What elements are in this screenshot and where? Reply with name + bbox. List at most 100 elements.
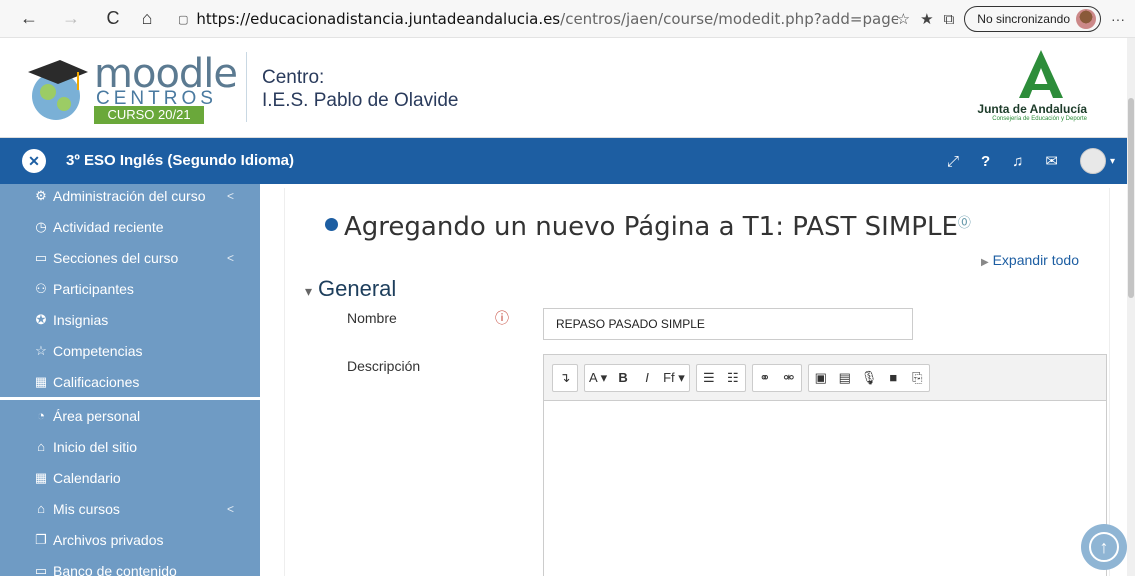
copy-icon[interactable]: ⎘ (905, 365, 929, 391)
nombre-label: Nombre (347, 310, 397, 326)
expand-all-label: Expandir todo (992, 252, 1079, 268)
font-color-icon[interactable]: A ▾ (585, 365, 611, 391)
sidebar-item[interactable]: ◷ Actividad reciente (0, 211, 260, 242)
course-title[interactable]: 3º ESO Inglés (Segundo Idioma) (66, 152, 294, 169)
user-avatar (1079, 148, 1106, 174)
badge-icon: ✪ (35, 311, 47, 327)
video-icon[interactable]: ■ (881, 365, 905, 391)
descripcion-label: Descripción (347, 358, 421, 374)
bold-icon[interactable]: B (611, 365, 635, 391)
toolbar-group: ⚭ ⚮ (751, 363, 802, 392)
insert-icon[interactable]: ↴ (553, 365, 577, 391)
sync-label: No sincronizando (977, 12, 1070, 26)
favorites-icon[interactable]: ★ (920, 10, 933, 28)
home-icon: ⌂ (37, 439, 45, 454)
fullscreen-icon[interactable]: ⤢ (947, 153, 959, 170)
dashboard-icon: ◔ (37, 408, 45, 423)
sidebar-item[interactable]: ▦ Calificaciones (0, 366, 260, 397)
required-icon: ⓘ (495, 310, 509, 326)
editor-content-area[interactable] (544, 401, 1106, 576)
centro-name: I.E.S. Pablo de Olavide (262, 90, 459, 111)
ordered-list-icon[interactable]: ☷ (721, 365, 745, 391)
arrow-up-icon: ↑ (1089, 532, 1119, 562)
browser-toolbar: ← → C ⌂ ▢ https://educacionadistancia.ju… (0, 0, 1135, 38)
sidebar-item-label: Área personal (53, 407, 141, 424)
profile-sync-button[interactable]: No sincronizando (964, 6, 1101, 32)
sidebar-item-label: Calificaciones (53, 373, 140, 390)
graduation-cap-logo-icon (28, 60, 88, 120)
back-button[interactable]: ← (14, 4, 44, 34)
sidebar-item-label: Secciones del curso (53, 249, 179, 266)
user-menu[interactable]: ▾ (1079, 148, 1115, 174)
sidebar-item[interactable]: ☆ Competencias (0, 335, 260, 366)
page-heading-text: Agregando un nuevo Página a T1: PAST SIM… (344, 212, 958, 242)
url-host: https://educacionadistancia.juntadeandal… (196, 10, 561, 28)
help-icon[interactable]: ? (981, 153, 990, 170)
section-general-toggle[interactable]: ▾ General (305, 276, 396, 302)
site-header: moodle CENTROS CURSO 20/21 Centro: I.E.S… (0, 38, 1135, 138)
profile-avatar (1076, 9, 1096, 29)
content-bank-icon: ▭ (34, 562, 48, 576)
messages-envelope-icon[interactable]: ✉ (1045, 152, 1058, 170)
italic-icon[interactable]: I (635, 365, 659, 391)
sidebar-item[interactable]: ◔ Área personal (0, 400, 260, 431)
more-menu-icon[interactable]: ··· (1111, 11, 1125, 27)
sidebar-item[interactable]: ⚇ Participantes (0, 273, 260, 304)
scroll-to-top-button[interactable]: ↑ (1081, 524, 1127, 570)
caret-right-icon: ▶ (981, 257, 989, 268)
sidebar-item-label: Archivos privados (53, 531, 164, 548)
sidebar-item[interactable]: ⌂ Inicio del sitio (0, 431, 260, 462)
page-scrollbar[interactable] (1127, 38, 1135, 576)
editor-toolbar: ↴ A ▾ B I Ff ▾ ☰ ☷ ⚭ ⚮ ▣ ▤ 🎙 ■ ⎘ (544, 355, 1106, 401)
users-icon: ⚇ (35, 280, 47, 296)
link-icon[interactable]: ⚭ (753, 365, 777, 391)
sidebar-item[interactable]: ✪ Insignias (0, 304, 260, 335)
course-navbar: ✕ 3º ESO Inglés (Segundo Idioma) ⤢ ? ♫ ✉… (0, 138, 1135, 184)
sidebar-item-label: Inicio del sitio (53, 438, 138, 455)
unlink-icon[interactable]: ⚮ (777, 365, 801, 391)
caret-down-icon: ▾ (1109, 155, 1115, 167)
address-bar[interactable]: ▢ https://educacionadistancia.juntadeand… (178, 4, 898, 34)
sidebar-item[interactable]: ⌂ Mis cursos < (0, 493, 260, 524)
calendar-icon: ▦ (34, 469, 48, 485)
main-content: Agregando un nuevo Página a T1: PAST SIM… (260, 184, 1135, 576)
media-icon[interactable]: ▤ (833, 365, 857, 391)
scrollbar-thumb[interactable] (1128, 98, 1134, 298)
clock-icon: ◷ (35, 218, 47, 234)
reload-button[interactable]: C (98, 4, 128, 34)
header-divider (246, 52, 247, 122)
sidebar-item[interactable]: ❐ Archivos privados (0, 524, 260, 555)
junta-a-icon (1019, 50, 1063, 98)
collections-icon[interactable]: ⧉ (944, 11, 955, 28)
sidebar-item[interactable]: ▭ Banco de contenido (0, 555, 260, 576)
sidebar-item-label: Insignias (53, 311, 109, 328)
forward-button[interactable]: → (56, 4, 86, 34)
notifications-bell-icon[interactable]: ♫ (1012, 153, 1023, 170)
description-editor[interactable]: ↴ A ▾ B I Ff ▾ ☰ ☷ ⚭ ⚮ ▣ ▤ 🎙 ■ ⎘ (543, 354, 1107, 576)
close-drawer-button[interactable]: ✕ (22, 149, 46, 173)
expand-all-link[interactable]: ▶ Expandir todo (981, 252, 1079, 268)
caret-down-icon: ▾ (305, 283, 313, 299)
chevron-left-icon: < (226, 188, 234, 203)
page-activity-icon (325, 218, 338, 231)
centro-label: Centro: (262, 67, 325, 88)
image-icon[interactable]: ▣ (809, 365, 833, 391)
url-path: /centros/jaen/course/modedit.php?add=pag… (560, 10, 898, 28)
star-icon: ☆ (35, 342, 47, 358)
sidebar-item[interactable]: ⚙ Administración del curso < (0, 184, 260, 211)
junta-andalucia-logo: Junta de Andalucía Consejería de Educaci… (977, 50, 1087, 126)
moodle-centros-logo[interactable]: moodle CENTROS CURSO 20/21 (26, 52, 238, 124)
sidebar-item[interactable]: ▦ Calendario (0, 462, 260, 493)
toolbar-group: ↴ (552, 363, 578, 392)
nombre-input[interactable] (543, 308, 913, 340)
favorite-add-icon[interactable]: ☆ (897, 10, 910, 28)
help-question-icon[interactable]: ⓪ (958, 216, 971, 231)
microphone-icon[interactable]: 🎙 (857, 365, 882, 391)
sidebar-item-label: Actividad reciente (53, 218, 164, 235)
sidebar-item[interactable]: ▭ Secciones del curso < (0, 242, 260, 273)
lock-icon: ▢ (178, 12, 189, 26)
home-button[interactable]: ⌂ (132, 4, 162, 34)
unordered-list-icon[interactable]: ☰ (697, 365, 721, 391)
font-family-icon[interactable]: Ff ▾ (659, 365, 689, 391)
files-icon: ❐ (35, 531, 47, 547)
